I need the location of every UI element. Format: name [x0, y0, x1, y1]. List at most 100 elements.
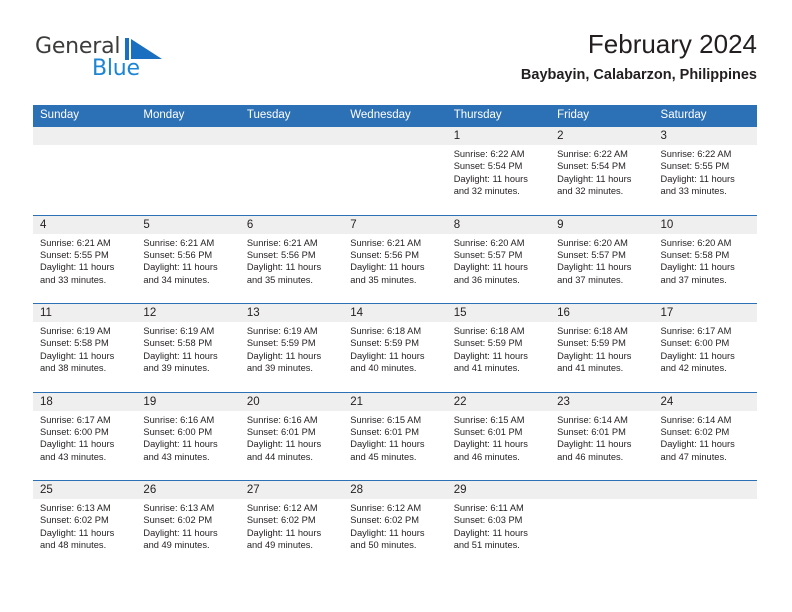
- day-cell[interactable]: 2 Sunrise: 6:22 AM Sunset: 5:54 PM Daylight…: [550, 127, 653, 215]
- day-number: [247, 127, 337, 145]
- day-cell[interactable]: 9 Sunrise: 6:20 AM Sunset: 5:57 PM Daylight…: [550, 216, 653, 304]
- daylight-duration-line1: Daylight: 11 hours: [350, 527, 425, 538]
- day-cell[interactable]: 18 Sunrise: 6:17 AM Sunset: 6:00 PM Dayligh…: [33, 393, 136, 481]
- daylight-duration-line2: and 37 minutes.: [660, 274, 727, 285]
- daylight-duration-line2: and 41 minutes.: [557, 363, 624, 374]
- day-sun-info: Sunrise: 6:21 AM Sunset: 5:56 PM Daylight:…: [143, 237, 233, 287]
- day-sun-info: Sunrise: 6:13 AM Sunset: 6:02 PM Daylight:…: [40, 502, 130, 552]
- day-cell-empty: [550, 481, 653, 569]
- day-number: 25: [40, 484, 53, 496]
- daylight-duration-line2: and 49 minutes.: [246, 540, 313, 551]
- daylight-duration-line1: Daylight: 11 hours: [143, 439, 218, 450]
- day-cell[interactable]: 8 Sunrise: 6:20 AM Sunset: 5:57 PM Daylight…: [447, 216, 550, 304]
- day-cell[interactable]: 25 Sunrise: 6:13 AM Sunset: 6:02 PM Dayligh…: [33, 481, 136, 569]
- day-cell[interactable]: 1 Sunrise: 6:22 AM Sunset: 5:54 PM Daylight…: [447, 127, 550, 215]
- day-sun-info: Sunrise: 6:16 AM Sunset: 6:01 PM Daylight:…: [247, 414, 337, 464]
- day-number: 22: [453, 395, 467, 408]
- sunset-time: Sunset: 5:58 PM: [143, 338, 213, 349]
- daylight-duration-line2: and 33 minutes.: [660, 186, 727, 197]
- sunset-time: Sunset: 6:02 PM: [350, 515, 419, 526]
- weekday-sunday: Sunday: [40, 109, 80, 121]
- daylight-duration-line1: Daylight: 11 hours: [660, 173, 735, 184]
- sunset-time: Sunset: 5:56 PM: [350, 249, 419, 260]
- day-cell[interactable]: 7 Sunrise: 6:21 AM Sunset: 5:56 PM Daylight…: [343, 216, 446, 304]
- page-title: February 2024: [587, 29, 757, 59]
- daylight-duration-line2: and 39 minutes.: [246, 363, 313, 374]
- day-cell[interactable]: 15 Sunrise: 6:18 AM Sunset: 5:59 PM Dayligh…: [447, 304, 550, 392]
- day-number: [350, 127, 440, 145]
- daylight-duration-line1: Daylight: 11 hours: [143, 350, 218, 361]
- sunset-time: Sunset: 6:00 PM: [40, 426, 109, 437]
- day-cell[interactable]: 21 Sunrise: 6:15 AM Sunset: 6:01 PM Dayligh…: [343, 393, 446, 481]
- brand-name-blue: Blue: [92, 56, 140, 81]
- daylight-duration-line2: and 32 minutes.: [557, 186, 624, 197]
- daylight-duration-line1: Daylight: 11 hours: [660, 350, 735, 361]
- weekday-wednesday: Wednesday: [350, 109, 411, 121]
- day-cell[interactable]: 13 Sunrise: 6:19 AM Sunset: 5:59 PM Dayligh…: [240, 304, 343, 392]
- week-row: 11 Sunrise: 6:19 AM Sunset: 5:58 PM Dayligh…: [33, 303, 757, 392]
- daylight-duration-line2: and 48 minutes.: [40, 540, 107, 551]
- sunrise-time: Sunrise: 6:22 AM: [660, 149, 732, 159]
- daylight-duration-line1: Daylight: 11 hours: [143, 262, 218, 273]
- day-cell[interactable]: 29 Sunrise: 6:11 AM Sunset: 6:03 PM Dayligh…: [447, 481, 550, 569]
- daylight-duration-line2: and 36 minutes.: [453, 274, 520, 285]
- daylight-duration-line2: and 32 minutes.: [453, 186, 520, 197]
- day-cell[interactable]: 10 Sunrise: 6:20 AM Sunset: 5:58 PM Dayligh…: [654, 216, 757, 304]
- day-number: 24: [660, 395, 674, 408]
- sunset-time: Sunset: 5:56 PM: [143, 249, 213, 260]
- day-cell[interactable]: 23 Sunrise: 6:14 AM Sunset: 6:01 PM Dayligh…: [550, 393, 653, 481]
- day-cell[interactable]: 19 Sunrise: 6:16 AM Sunset: 6:00 PM Dayligh…: [136, 393, 239, 481]
- daylight-duration-line2: and 37 minutes.: [557, 274, 624, 285]
- sunrise-time: Sunrise: 6:18 AM: [557, 326, 628, 336]
- daylight-duration-line2: and 40 minutes.: [350, 363, 417, 374]
- daylight-duration-line2: and 34 minutes.: [143, 274, 210, 285]
- brand-logo[interactable]: General Blue: [35, 34, 205, 90]
- sunset-time: Sunset: 6:01 PM: [453, 426, 523, 437]
- day-cell[interactable]: 22 Sunrise: 6:15 AM Sunset: 6:01 PM Dayligh…: [447, 393, 550, 481]
- day-sun-info: Sunrise: 6:20 AM Sunset: 5:57 PM Daylight:…: [454, 237, 544, 287]
- day-cell[interactable]: 24 Sunrise: 6:14 AM Sunset: 6:02 PM Dayligh…: [654, 393, 757, 481]
- day-cell[interactable]: 17 Sunrise: 6:17 AM Sunset: 6:00 PM Dayligh…: [654, 304, 757, 392]
- daylight-duration-line1: Daylight: 11 hours: [557, 173, 632, 184]
- sunrise-time: Sunrise: 6:19 AM: [246, 326, 318, 336]
- day-cell[interactable]: 5 Sunrise: 6:21 AM Sunset: 5:56 PM Daylight…: [136, 216, 239, 304]
- day-number: 15: [453, 307, 467, 319]
- daylight-duration-line2: and 43 minutes.: [40, 451, 107, 462]
- day-number: 27: [246, 484, 260, 496]
- page-subtitle: Baybayin, Calabarzon, Philippines: [520, 67, 757, 83]
- day-sun-info: Sunrise: 6:17 AM Sunset: 6:00 PM Daylight:…: [40, 414, 130, 464]
- day-cell[interactable]: 14 Sunrise: 6:18 AM Sunset: 5:59 PM Dayligh…: [343, 304, 446, 392]
- day-number: 13: [246, 307, 260, 319]
- sunrise-time: Sunrise: 6:14 AM: [660, 414, 732, 425]
- day-cell[interactable]: 26 Sunrise: 6:13 AM Sunset: 6:02 PM Dayligh…: [136, 481, 239, 569]
- day-cell[interactable]: 12 Sunrise: 6:19 AM Sunset: 5:58 PM Dayligh…: [136, 304, 239, 392]
- day-number: 29: [453, 484, 467, 496]
- sunrise-time: Sunrise: 6:22 AM: [453, 149, 525, 159]
- day-cell[interactable]: 20 Sunrise: 6:16 AM Sunset: 6:01 PM Dayligh…: [240, 393, 343, 481]
- day-cell[interactable]: 11 Sunrise: 6:19 AM Sunset: 5:58 PM Dayligh…: [33, 304, 136, 392]
- daylight-duration-line1: Daylight: 11 hours: [557, 350, 632, 361]
- daylight-duration-line2: and 41 minutes.: [453, 363, 520, 374]
- day-number: [557, 481, 647, 499]
- day-sun-info: Sunrise: 6:19 AM Sunset: 5:58 PM Daylight:…: [143, 325, 233, 375]
- daylight-duration-line1: Daylight: 11 hours: [350, 439, 425, 450]
- day-cell-empty: [33, 127, 136, 215]
- day-cell[interactable]: 27 Sunrise: 6:12 AM Sunset: 6:02 PM Dayligh…: [240, 481, 343, 569]
- daylight-duration-line1: Daylight: 11 hours: [453, 173, 528, 184]
- day-sun-info: Sunrise: 6:22 AM Sunset: 5:54 PM Daylight:…: [454, 148, 544, 198]
- day-cell[interactable]: 16 Sunrise: 6:18 AM Sunset: 5:59 PM Dayligh…: [550, 304, 653, 392]
- sunrise-time: Sunrise: 6:18 AM: [453, 326, 525, 336]
- daylight-duration-line1: Daylight: 11 hours: [40, 262, 115, 273]
- day-cell[interactable]: 3 Sunrise: 6:22 AM Sunset: 5:55 PM Daylight…: [654, 127, 757, 215]
- day-cell[interactable]: 6 Sunrise: 6:21 AM Sunset: 5:56 PM Daylight…: [240, 216, 343, 304]
- day-number: 10: [660, 218, 674, 231]
- daylight-duration-line1: Daylight: 11 hours: [453, 527, 528, 538]
- daylight-duration-line1: Daylight: 11 hours: [660, 439, 735, 450]
- day-number: 18: [40, 395, 53, 408]
- day-sun-info: Sunrise: 6:18 AM Sunset: 5:59 PM Daylight:…: [454, 325, 544, 375]
- day-cell[interactable]: 28 Sunrise: 6:12 AM Sunset: 6:02 PM Dayligh…: [343, 481, 446, 569]
- weekday-thursday: Thursday: [453, 109, 502, 121]
- daylight-duration-line2: and 44 minutes.: [246, 451, 313, 462]
- day-cell[interactable]: 4 Sunrise: 6:21 AM Sunset: 5:55 PM Daylight…: [33, 216, 136, 304]
- sunset-time: Sunset: 6:00 PM: [660, 338, 730, 349]
